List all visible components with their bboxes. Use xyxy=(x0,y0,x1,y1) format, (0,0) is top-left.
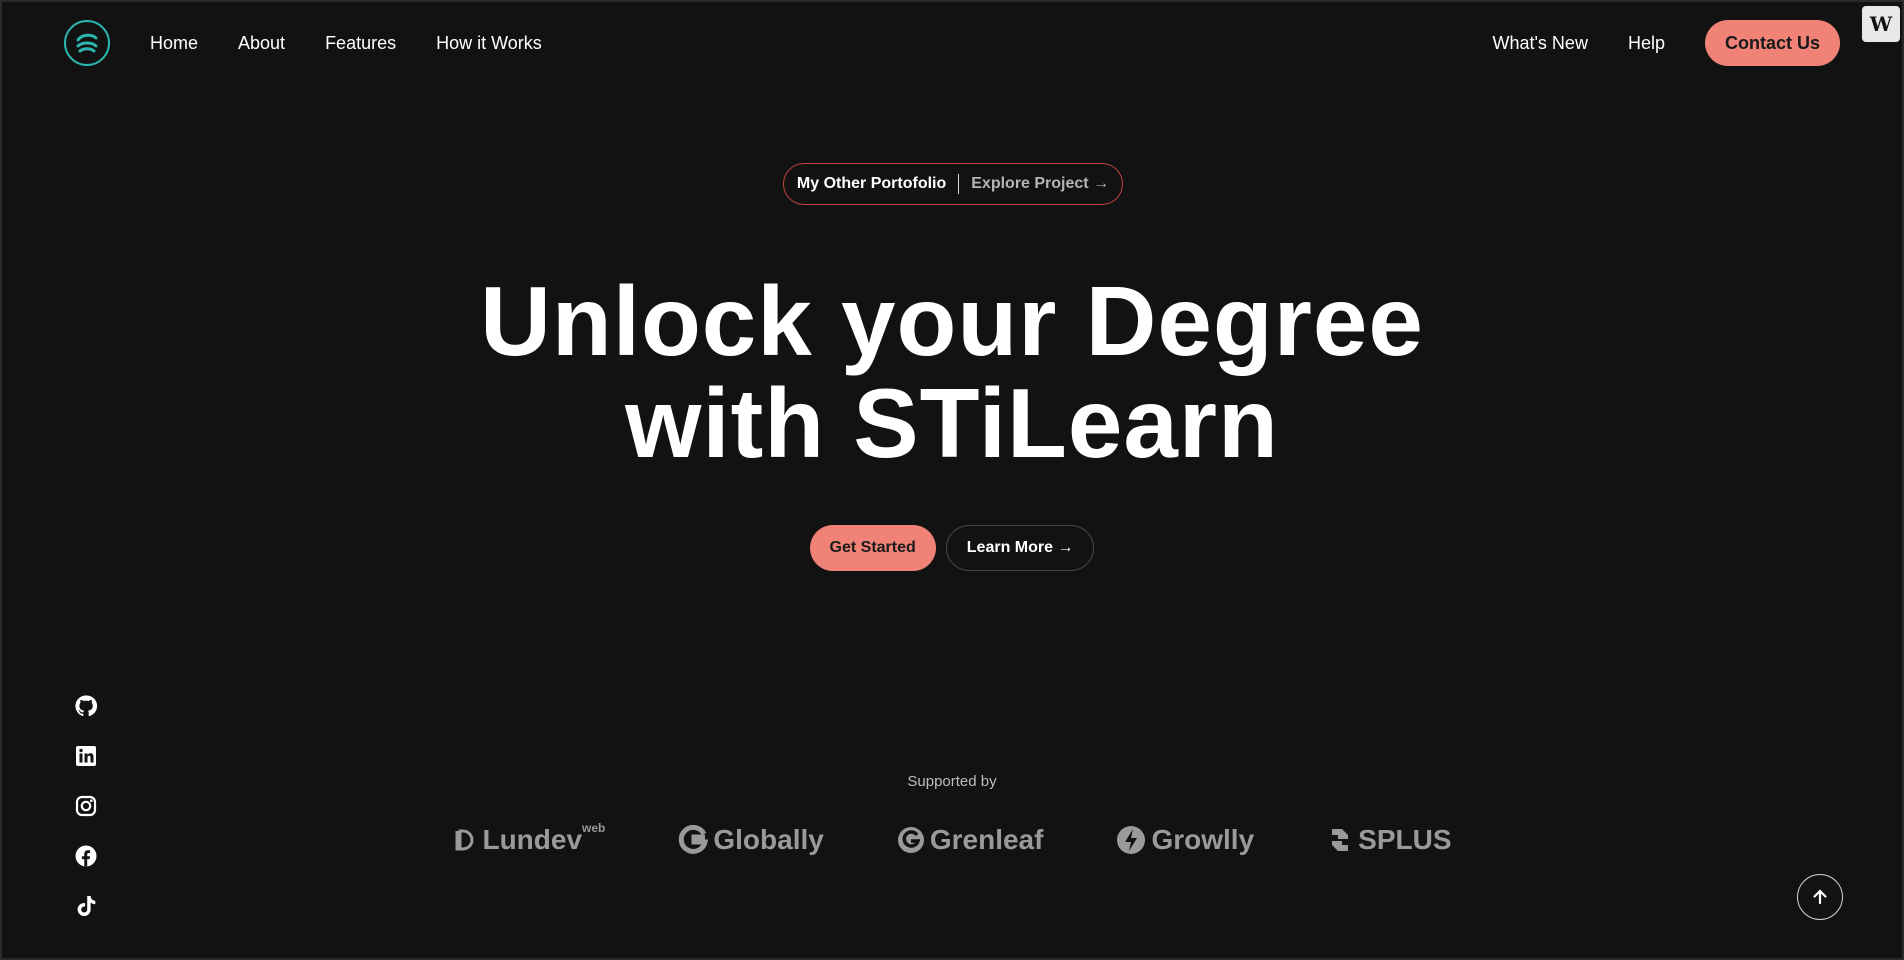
portfolio-pill[interactable]: My Other Portofolio Explore Project → xyxy=(783,163,1123,205)
nav-whats-new-link[interactable]: What's New xyxy=(1492,33,1587,54)
hero-title-line2: with STiLearn xyxy=(625,368,1279,478)
splus-logo: SPLUS xyxy=(1326,824,1452,856)
instagram-icon[interactable] xyxy=(74,794,98,818)
scroll-to-top-button[interactable] xyxy=(1797,874,1843,920)
partner-logos: Lundev web Globally Grenleaf Growlly SPL… xyxy=(2,821,1902,856)
hero-title: Unlock your Degree with STiLearn xyxy=(2,270,1902,474)
contact-us-button[interactable]: Contact Us xyxy=(1704,20,1840,66)
growlly-logo: Growlly xyxy=(1115,824,1254,856)
splus-name: SPLUS xyxy=(1358,824,1452,855)
nav-features-link[interactable]: Features xyxy=(325,33,396,54)
lundev-sup: web xyxy=(582,821,606,835)
globally-logo: Globally xyxy=(677,824,824,856)
pill-divider xyxy=(958,174,960,194)
corner-badge[interactable]: W xyxy=(1862,6,1900,42)
secondary-nav: What's New Help Contact Us xyxy=(1492,20,1840,66)
growlly-name: Growlly xyxy=(1151,824,1255,855)
grenleaf-logo: Grenleaf xyxy=(896,824,1044,856)
arrow-up-icon xyxy=(1813,889,1827,905)
nav-about-link[interactable]: About xyxy=(238,33,285,54)
explore-project-link[interactable]: Explore Project → xyxy=(971,175,1109,193)
lundev-logo: Lundev web xyxy=(452,821,606,856)
social-links xyxy=(74,694,98,918)
logo-icon[interactable] xyxy=(64,20,110,66)
globally-name: Globally xyxy=(713,824,824,855)
primary-nav: Home About Features How it Works xyxy=(150,33,542,54)
lundev-name: Lundev xyxy=(482,824,583,855)
learn-more-button[interactable]: Learn More → xyxy=(945,525,1095,571)
linkedin-icon[interactable] xyxy=(74,744,98,768)
nav-help-link[interactable]: Help xyxy=(1628,33,1665,54)
grenleaf-name: Grenleaf xyxy=(929,824,1044,855)
nav-home-link[interactable]: Home xyxy=(150,33,198,54)
cta-row: Get Started Learn More → xyxy=(2,525,1902,571)
tiktok-icon[interactable] xyxy=(74,894,98,918)
nav-how-it-works-link[interactable]: How it Works xyxy=(436,33,542,54)
hero-title-line1: Unlock your Degree xyxy=(480,266,1424,376)
top-navbar: Home About Features How it Works What's … xyxy=(2,2,1902,84)
github-icon[interactable] xyxy=(74,694,98,718)
pill-label: My Other Portofolio xyxy=(796,175,947,192)
get-started-button[interactable]: Get Started xyxy=(809,525,936,571)
supported-by-label: Supported by xyxy=(907,773,997,790)
